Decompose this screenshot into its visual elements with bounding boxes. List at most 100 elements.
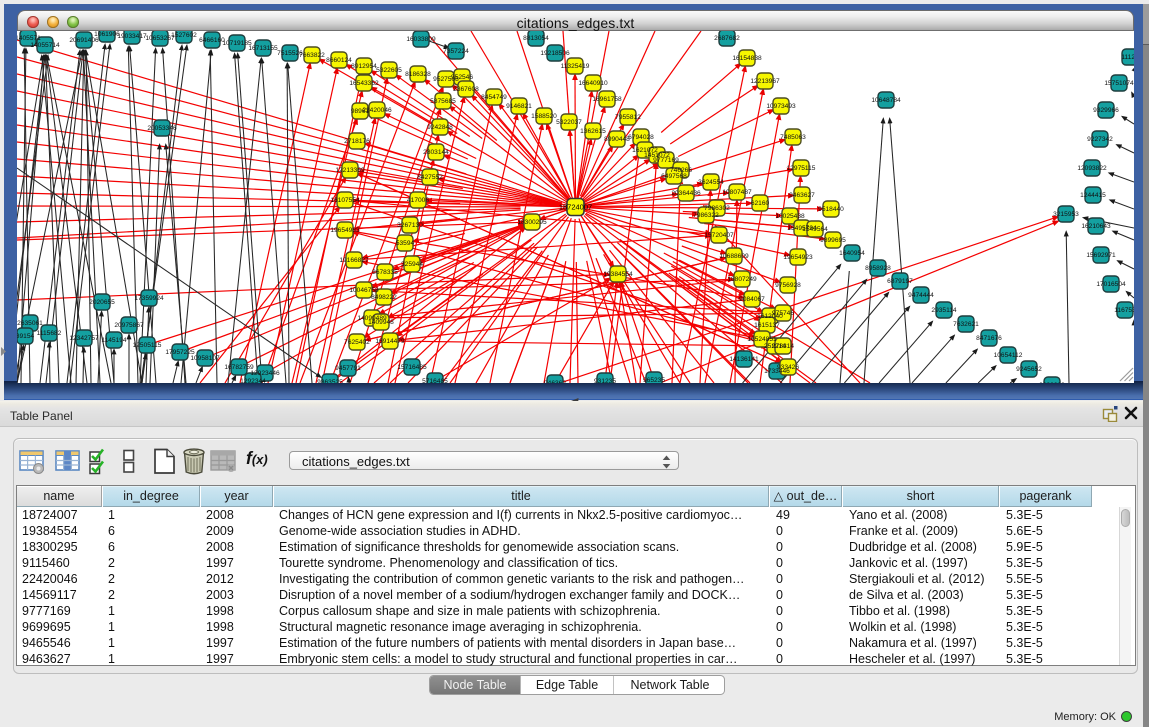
svg-text:12923446: 12923446 — [250, 370, 280, 377]
svg-text:9227342: 9227342 — [1087, 136, 1113, 143]
svg-text:952546: 952546 — [451, 74, 473, 81]
svg-text:3215953: 3215953 — [1053, 211, 1079, 218]
svg-text:6794028: 6794028 — [628, 134, 654, 141]
svg-text:1615137: 1615137 — [754, 322, 780, 329]
svg-text:1588520: 1588520 — [531, 113, 557, 120]
svg-text:16640910: 16640910 — [578, 80, 608, 87]
svg-text:16914479: 16914479 — [375, 338, 405, 345]
svg-text:8990448: 8990448 — [604, 136, 630, 143]
svg-text:7663822: 7663822 — [299, 52, 325, 59]
svg-text:1244415: 1244415 — [1080, 192, 1106, 199]
svg-text:5322037: 5322037 — [556, 119, 582, 126]
svg-text:7955812: 7955812 — [615, 114, 641, 121]
svg-text:16210643: 16210643 — [1081, 223, 1111, 230]
svg-text:965235: 965235 — [643, 377, 665, 383]
svg-text:8678335: 8678335 — [372, 269, 398, 276]
svg-text:14136141: 14136141 — [729, 356, 759, 363]
svg-text:10688609: 10688609 — [719, 253, 749, 260]
svg-text:18300295: 18300295 — [517, 219, 547, 226]
svg-text:9474444: 9474444 — [908, 292, 934, 299]
svg-text:8498222: 8498222 — [371, 294, 397, 301]
svg-text:2020655: 2020655 — [89, 299, 115, 306]
svg-text:16107554: 16107554 — [330, 197, 360, 204]
svg-text:1145194: 1145194 — [101, 337, 127, 344]
svg-text:2687682: 2687682 — [714, 35, 740, 42]
svg-text:15692971: 15692971 — [1086, 252, 1116, 259]
svg-text:9756928: 9756928 — [775, 282, 801, 289]
svg-text:8471676: 8471676 — [976, 335, 1002, 342]
svg-text:978314: 978314 — [772, 343, 794, 350]
svg-text:1061906: 1061906 — [94, 31, 120, 38]
svg-text:19384554: 19384554 — [603, 271, 633, 278]
svg-text:10958107: 10958107 — [190, 355, 220, 362]
svg-text:20975867: 20975867 — [114, 322, 144, 329]
svg-text:116753: 116753 — [1114, 307, 1134, 314]
svg-text:12505115: 12505115 — [133, 342, 162, 349]
svg-text:10046758: 10046758 — [349, 287, 379, 294]
svg-text:19166827: 19166827 — [339, 257, 369, 264]
svg-text:10654112: 10654112 — [994, 352, 1023, 359]
svg-text:3624554: 3624554 — [698, 179, 724, 186]
svg-text:7625402: 7625402 — [344, 339, 370, 346]
svg-text:2718176: 2718176 — [344, 138, 370, 145]
svg-text:12213967: 12213967 — [750, 78, 780, 85]
svg-text:11123: 11123 — [1121, 54, 1134, 61]
svg-text:18807249: 18807249 — [727, 276, 757, 283]
svg-text:933426: 933426 — [777, 364, 799, 371]
svg-text:20691406: 20691406 — [69, 37, 99, 44]
svg-text:1409948: 1409948 — [368, 319, 394, 326]
svg-text:9084067: 9084067 — [739, 296, 765, 303]
svg-text:7632621: 7632621 — [953, 321, 979, 328]
svg-text:12093822: 12093822 — [1077, 165, 1107, 172]
svg-text:16033809: 16033809 — [406, 36, 436, 43]
svg-text:2367608: 2367608 — [453, 86, 479, 93]
svg-text:15720407: 15720407 — [704, 232, 734, 239]
svg-text:12213369: 12213369 — [335, 167, 365, 174]
svg-text:19218506: 19218506 — [540, 50, 570, 57]
svg-text:16961758: 16961758 — [592, 96, 622, 103]
svg-text:15751074: 15751074 — [1104, 80, 1134, 87]
svg-text:19033417: 19033417 — [117, 33, 147, 40]
svg-text:9457791: 9457791 — [335, 365, 361, 372]
svg-text:8660124: 8660124 — [326, 57, 352, 64]
svg-text:6466160: 6466160 — [199, 37, 225, 44]
svg-text:2935114: 2935114 — [931, 307, 957, 314]
svg-text:11325419: 11325419 — [561, 63, 590, 70]
svg-text:10648784: 10648784 — [871, 97, 901, 104]
svg-text:9232923: 9232923 — [1039, 382, 1065, 383]
svg-text:19654923: 19654923 — [783, 254, 813, 261]
svg-text:16543362: 16543362 — [349, 80, 379, 87]
svg-text:8454749: 8454749 — [481, 94, 507, 101]
svg-text:1115682: 1115682 — [37, 330, 62, 337]
svg-text:931235: 931235 — [594, 378, 616, 383]
svg-text:16524851: 16524851 — [747, 336, 777, 343]
svg-text:946362: 946362 — [544, 380, 566, 383]
svg-text:5716485: 5716485 — [422, 378, 448, 383]
svg-text:22420046: 22420046 — [362, 107, 392, 114]
svg-text:17359924: 17359924 — [134, 295, 164, 302]
svg-text:8958928: 8958928 — [865, 265, 891, 272]
svg-text:9463627: 9463627 — [789, 192, 815, 199]
svg-text:18724007: 18724007 — [559, 203, 592, 212]
svg-text:14055714: 14055714 — [30, 42, 60, 49]
svg-text:5875685: 5875685 — [430, 98, 456, 105]
svg-text:975746: 975746 — [772, 310, 794, 317]
svg-text:417006: 417006 — [407, 197, 429, 204]
svg-text:1405571: 1405571 — [17, 35, 41, 42]
svg-text:62160: 62160 — [751, 200, 770, 207]
svg-text:7986322: 7986322 — [693, 212, 719, 219]
svg-text:10807487: 10807487 — [722, 189, 752, 196]
svg-text:9146821: 9146821 — [506, 103, 532, 110]
svg-text:1640954: 1640954 — [839, 250, 865, 257]
svg-text:19654983: 19654983 — [330, 227, 360, 234]
svg-text:39154: 39154 — [17, 333, 34, 340]
svg-text:9518440: 9518440 — [818, 206, 844, 213]
svg-text:7357224: 7357224 — [443, 48, 469, 55]
svg-text:8186328: 8186328 — [405, 71, 431, 78]
svg-text:3267130: 3267130 — [397, 222, 423, 229]
svg-text:8427552: 8427552 — [417, 174, 443, 181]
svg-text:53594: 53594 — [396, 240, 415, 247]
svg-text:9777169: 9777169 — [653, 157, 679, 164]
svg-text:1362615: 1362615 — [580, 128, 606, 135]
svg-text:7485063: 7485063 — [780, 134, 806, 141]
